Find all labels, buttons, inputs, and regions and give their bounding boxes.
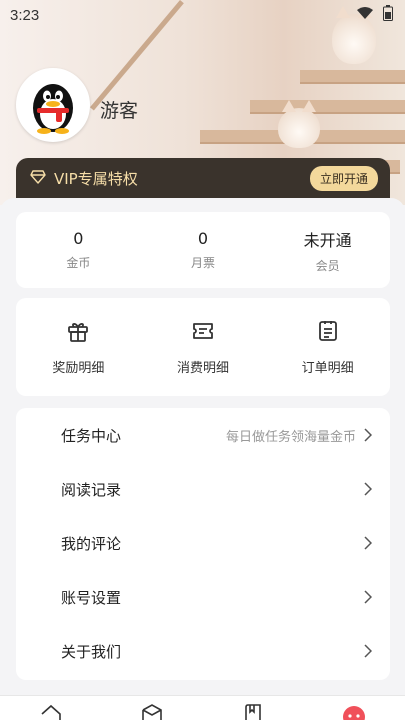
book-icon	[242, 704, 264, 720]
stair-step	[300, 70, 405, 82]
tab-bookshelf[interactable]	[203, 696, 304, 720]
gift-icon	[66, 319, 90, 347]
stats-card: 0 金币 0 月票 未开通 会员	[16, 212, 390, 288]
stat-value: 0	[73, 229, 84, 248]
menu-item-label: 关于我们	[61, 642, 122, 661]
menu-item-task-center[interactable]: 任务中心 每日做任务领海量金币	[16, 408, 390, 462]
menu-item-label: 我的评论	[61, 534, 122, 553]
rewards-detail-button[interactable]: 奖励明细	[16, 298, 141, 396]
bottom-tab-bar	[0, 695, 405, 720]
cube-icon	[141, 704, 163, 720]
menu-item-reading-history[interactable]: 阅读记录	[16, 462, 390, 516]
username[interactable]: 游客	[100, 96, 138, 123]
cat-image	[278, 100, 320, 148]
stat-value: 未开通	[303, 230, 352, 250]
actions-card: 奖励明细 消费明细 订单明细	[16, 298, 390, 396]
battery-icon	[383, 5, 393, 25]
chevron-right-icon	[364, 428, 372, 442]
stat-value: 0	[197, 229, 209, 248]
status-bar: 3:23	[0, 0, 405, 30]
stat-membership[interactable]: 未开通 会员	[265, 212, 390, 288]
action-label: 订单明细	[301, 360, 354, 376]
home-icon	[40, 704, 62, 720]
stat-monthly-tickets[interactable]: 0 月票	[141, 212, 266, 288]
status-time: 3:23	[10, 6, 40, 24]
action-label: 消费明细	[177, 360, 230, 376]
stat-label: 会员	[315, 258, 340, 273]
ticket-icon	[191, 319, 215, 347]
action-label: 奖励明细	[52, 360, 105, 376]
order-detail-button[interactable]: 订单明细	[265, 298, 390, 396]
stat-coins[interactable]: 0 金币	[16, 212, 141, 288]
tab-profile[interactable]	[304, 696, 405, 720]
vip-label: VIP专属特权	[54, 169, 138, 188]
menu-item-hint: 每日做任务领海量金币	[225, 429, 356, 445]
wifi-icon	[357, 6, 373, 24]
profile-icon	[342, 704, 366, 720]
chevron-right-icon	[364, 536, 372, 550]
vip-banner[interactable]: VIP专属特权 立即开通	[16, 158, 390, 198]
stat-label: 月票	[191, 256, 216, 270]
stair-step	[250, 100, 405, 112]
menu-item-about-us[interactable]: 关于我们	[16, 624, 390, 678]
menu-item-label: 账号设置	[61, 588, 122, 607]
consumption-detail-button[interactable]: 消费明细	[141, 298, 266, 396]
qq-penguin-avatar-icon	[33, 84, 73, 134]
menu-item-label: 阅读记录	[61, 480, 122, 499]
tab-category[interactable]	[101, 696, 202, 720]
stat-label: 金币	[66, 256, 91, 270]
chevron-right-icon	[364, 644, 372, 658]
chevron-right-icon	[364, 590, 372, 604]
settings-menu: 任务中心 每日做任务领海量金币 阅读记录 我的评论 账号设置 关于我们	[16, 408, 390, 680]
menu-item-my-comments[interactable]: 我的评论	[16, 516, 390, 570]
avatar[interactable]	[16, 68, 90, 142]
diamond-icon	[30, 169, 46, 188]
chevron-right-icon	[364, 482, 372, 496]
vip-open-button[interactable]: 立即开通	[309, 165, 378, 191]
menu-item-label: 任务中心	[61, 426, 122, 445]
order-list-icon	[316, 319, 340, 347]
tab-home[interactable]	[0, 696, 101, 720]
menu-item-account-settings[interactable]: 账号设置	[16, 570, 390, 624]
